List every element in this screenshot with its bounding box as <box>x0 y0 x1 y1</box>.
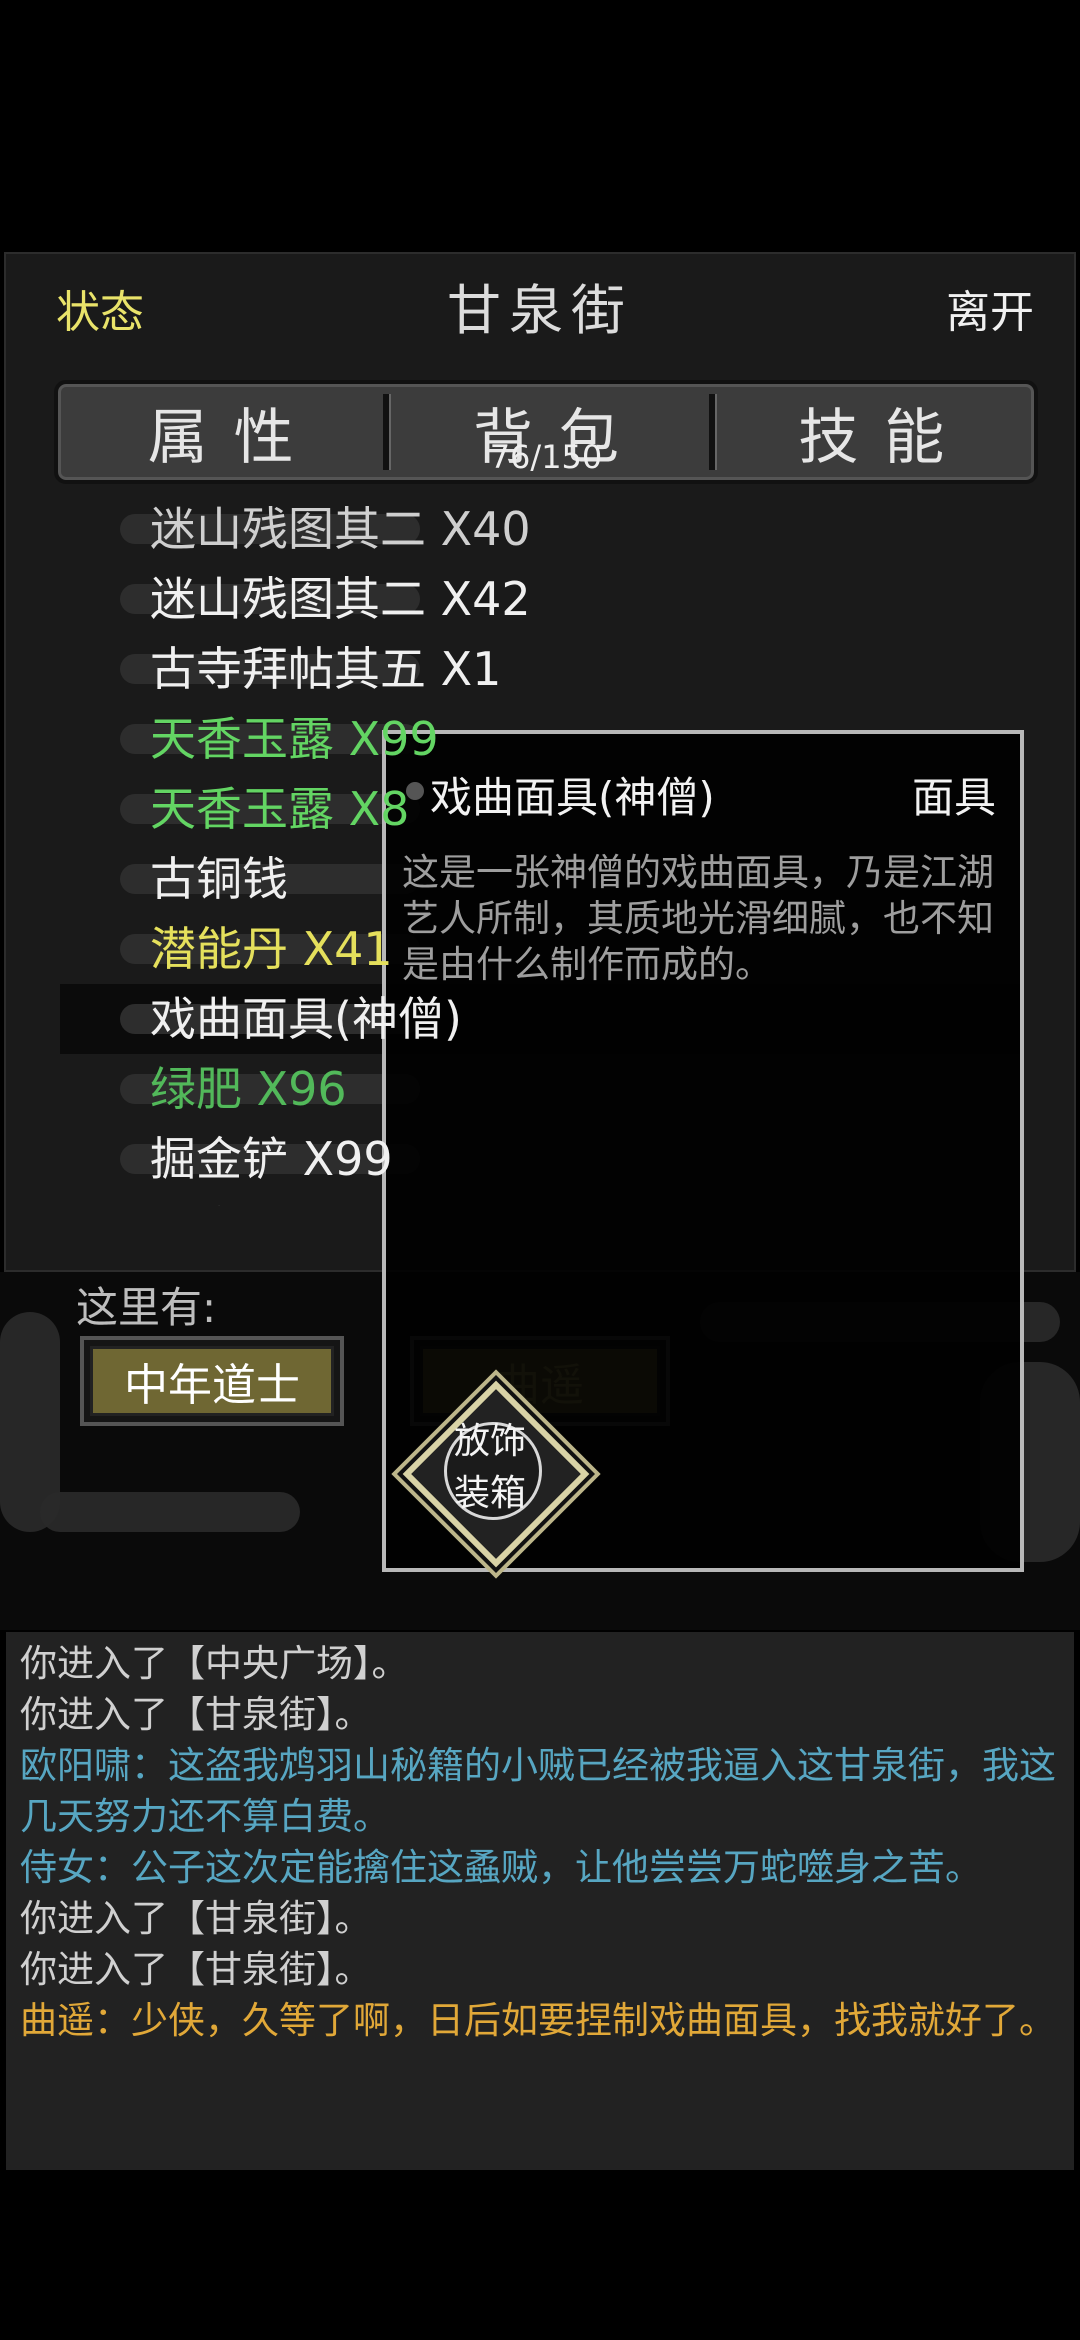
bag-item-label: 掘金铲 X19 <box>150 1202 393 1206</box>
bag-item-label: 天香玉露 X8 <box>150 782 410 836</box>
bag-item-label: 掘金铲 X99 <box>150 1132 393 1186</box>
tab-skills[interactable]: 技能 <box>708 384 1034 480</box>
log-line: 曲遥：少侠，久等了啊，日后如要捏制戏曲面具，找我就好了。 <box>20 1999 1056 2042</box>
log-line: 你进入了【甘泉街】。 <box>20 1948 372 1991</box>
message-log[interactable]: 你进入了【中央广场】。 你进入了【甘泉街】。欧阳啸：这盗我鸩羽山秘籍的小贼已经被我… <box>6 1632 1074 2170</box>
item-type: 面具 <box>911 773 996 822</box>
log-line: 侍女：公子这次定能擒住这蟊贼，让他尝尝万蛇噬身之苦。 <box>20 1846 982 1889</box>
bag-item-label: 戏曲面具(神僧) <box>150 992 462 1046</box>
bag-item[interactable]: 迷山残图其二 X42 <box>60 564 1020 634</box>
store-decoration-button[interactable]: 放饰 装箱 <box>400 1378 590 1568</box>
location-title: 甘泉街 <box>447 279 633 342</box>
npc-button-taoist[interactable]: 中年道士 <box>80 1336 344 1426</box>
decor-button-line1: 放饰 <box>453 1421 526 1462</box>
bag-item-label: 古寺拜帖其五 X1 <box>150 642 502 696</box>
item-description: 这是一张神僧的戏曲面具，乃是江湖艺人所制，其质地光滑细腻，也不知是由什么制作而成… <box>402 851 994 986</box>
item-name: 戏曲面具(神僧) <box>430 773 715 822</box>
bag-capacity-badge: 76/150 <box>489 438 603 476</box>
here-label: 这里有: <box>76 1283 217 1332</box>
bag-item-label: 迷山残图其二 X40 <box>150 502 531 556</box>
log-line: 你进入了【甘泉街】。 <box>20 1693 372 1736</box>
bag-item[interactable]: 迷山残图其二 X40 <box>60 494 1020 564</box>
bag-item[interactable]: 古寺拜帖其五 X1 <box>60 634 1020 704</box>
npc-label: 中年道士 <box>90 1346 334 1416</box>
tab-bag[interactable]: 背包 76/150 <box>383 384 708 480</box>
decor-button-line2: 装箱 <box>453 1473 526 1514</box>
tab-attributes-label: 属性 <box>147 402 320 473</box>
bag-item-label: 潜能丹 X41 <box>150 922 393 976</box>
tab-skills-label: 技能 <box>798 402 971 473</box>
tab-attributes[interactable]: 属性 <box>58 384 383 480</box>
log-line: 欧阳啸：这盗我鸩羽山秘籍的小贼已经被我逼入这甘泉街，我这几天努力还不算白费。 <box>20 1744 1056 1838</box>
bag-item-label: 迷山残图其二 X42 <box>150 572 531 626</box>
bag-item-label: 天香玉露 X99 <box>150 712 439 766</box>
bag-item-label: 古铜钱 <box>150 852 288 906</box>
log-line: 你进入了【甘泉街】。 <box>20 1897 372 1940</box>
leave-button[interactable]: 离开 <box>946 276 1034 340</box>
tab-bar: 属性 背包 76/150 技能 <box>54 380 1038 484</box>
log-line: 你进入了【中央广场】。 <box>20 1642 409 1685</box>
bag-item-label: 绿肥 X96 <box>150 1062 347 1116</box>
